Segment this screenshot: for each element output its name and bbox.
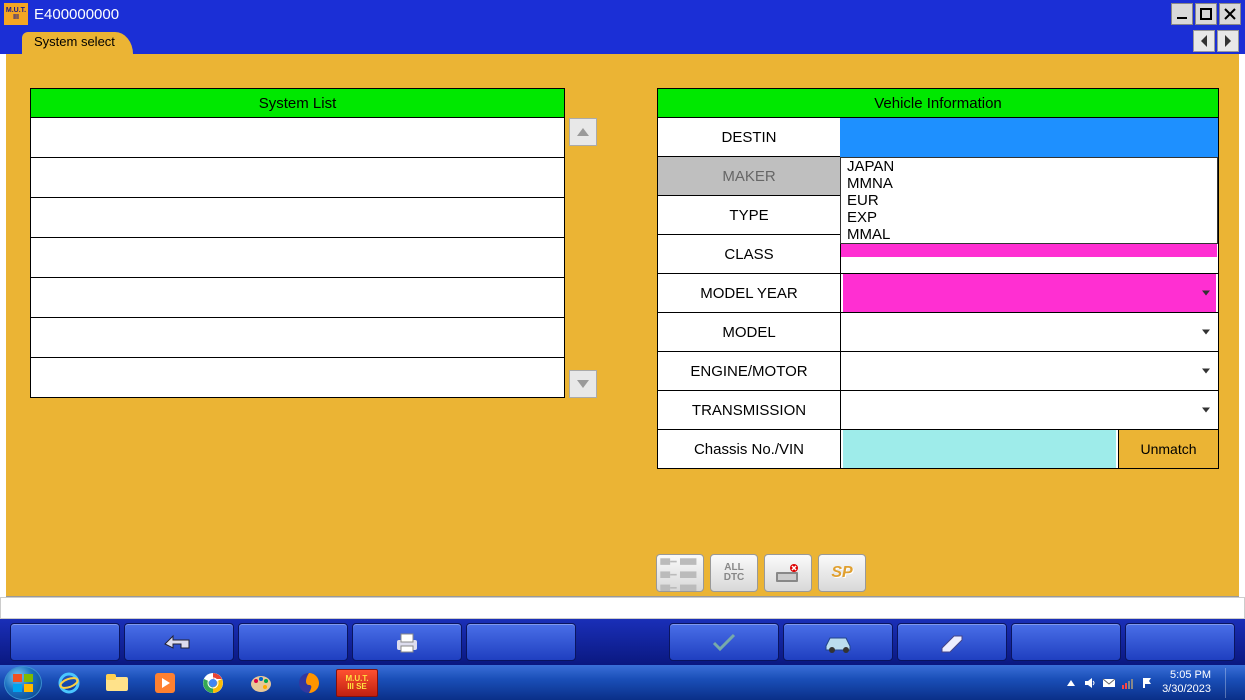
scroll-track	[569, 146, 597, 370]
clock-time: 5:05 PM	[1162, 669, 1211, 682]
label-class: CLASS	[658, 235, 841, 273]
tray-volume-icon[interactable]	[1083, 676, 1097, 690]
print-button[interactable]	[352, 623, 462, 661]
app-logo-icon: M.U.T.III	[4, 3, 28, 25]
start-button[interactable]	[4, 666, 42, 700]
list-item[interactable]	[30, 118, 565, 158]
bottom-btn-5[interactable]	[466, 623, 576, 661]
status-strip	[0, 597, 1245, 619]
taskbar-explorer-icon[interactable]	[96, 669, 138, 697]
title-bar: M.U.T.III E400000000	[0, 0, 1245, 28]
taskbar-clock[interactable]: 5:05 PM 3/30/2023	[1162, 669, 1211, 695]
taskbar-firefox-icon[interactable]	[288, 669, 330, 697]
list-item[interactable]	[30, 278, 565, 318]
tab-label: System select	[34, 34, 115, 49]
bottom-btn-1[interactable]	[10, 623, 120, 661]
taskbar: M.U.T.III SE 5:05 PM 3/30/2023	[0, 665, 1245, 700]
tree-button[interactable]	[656, 554, 704, 592]
destin-dropdown-list: JAPAN MMNA EUR EXP MMAL	[840, 157, 1218, 244]
erase-button[interactable]	[897, 623, 1007, 661]
destin-option[interactable]: EUR	[841, 192, 1217, 209]
tray-up-icon[interactable]	[1064, 676, 1078, 690]
window-title: E400000000	[34, 6, 1171, 23]
toolbar: ALL DTC SP	[656, 554, 866, 592]
tray-mail-icon[interactable]	[1102, 676, 1116, 690]
engine-select[interactable]	[841, 352, 1218, 390]
show-desktop-button[interactable]	[1225, 668, 1233, 698]
system-list-rows	[30, 118, 565, 398]
transmission-select[interactable]	[841, 391, 1218, 429]
class-field-strip	[841, 243, 1217, 257]
minimize-button[interactable]	[1171, 3, 1193, 25]
model-year-select[interactable]	[841, 274, 1218, 312]
taskbar-media-icon[interactable]	[144, 669, 186, 697]
chevron-down-icon	[1202, 330, 1210, 335]
tab-prev-button[interactable]	[1193, 30, 1215, 52]
bottom-btn-3[interactable]	[238, 623, 348, 661]
label-engine: ENGINE/MOTOR	[658, 352, 841, 390]
bottom-bar	[0, 619, 1245, 665]
system-tray: 5:05 PM 3/30/2023	[1064, 668, 1241, 698]
list-item[interactable]	[30, 318, 565, 358]
list-item[interactable]	[30, 358, 565, 398]
taskbar-chrome-icon[interactable]	[192, 669, 234, 697]
taskbar-mut-icon[interactable]: M.U.T.III SE	[336, 669, 378, 697]
label-chassis: Chassis No./VIN	[658, 430, 841, 468]
system-list-panel: System List	[30, 88, 597, 596]
vehicle-info-panel: Vehicle Information DESTIN MAKER TYPE CL…	[657, 88, 1219, 596]
back-button[interactable]	[124, 623, 234, 661]
sp-button[interactable]: SP	[818, 554, 866, 592]
label-destin: DESTIN	[658, 118, 841, 156]
unmatch-button[interactable]: Unmatch	[1118, 430, 1218, 468]
scroll-down-button[interactable]	[569, 370, 597, 398]
tray-flag-icon[interactable]	[1140, 676, 1154, 690]
list-item[interactable]	[30, 158, 565, 198]
ecu-button[interactable]	[764, 554, 812, 592]
vehicle-info-header: Vehicle Information	[657, 88, 1219, 118]
destin-dropdown-selection	[840, 118, 1218, 157]
chevron-down-icon	[1202, 369, 1210, 374]
list-item[interactable]	[30, 238, 565, 278]
tab-next-button[interactable]	[1217, 30, 1239, 52]
destin-option[interactable]: EXP	[841, 209, 1217, 226]
all-dtc-button[interactable]: ALL DTC	[710, 554, 758, 592]
list-item[interactable]	[30, 198, 565, 238]
chevron-down-icon	[1202, 408, 1210, 413]
system-list-header: System List	[30, 88, 565, 118]
tab-row: System select	[0, 28, 1245, 54]
chevron-down-icon	[1202, 291, 1210, 296]
model-select[interactable]	[841, 313, 1218, 351]
destin-option[interactable]: MMAL	[841, 226, 1217, 243]
content-area: System List Vehicl	[6, 54, 1239, 597]
bottom-btn-10[interactable]	[1125, 623, 1235, 661]
bottom-btn-9[interactable]	[1011, 623, 1121, 661]
destin-option[interactable]: JAPAN	[841, 158, 1217, 175]
confirm-button[interactable]	[669, 623, 779, 661]
maximize-button[interactable]	[1195, 3, 1217, 25]
scroll-up-button[interactable]	[569, 118, 597, 146]
tab-system-select[interactable]: System select	[22, 32, 133, 54]
taskbar-ie-icon[interactable]	[48, 669, 90, 697]
label-maker: MAKER	[658, 157, 841, 195]
destin-option[interactable]: MMNA	[841, 175, 1217, 192]
label-type: TYPE	[658, 196, 841, 234]
clock-date: 3/30/2023	[1162, 683, 1211, 696]
chassis-field[interactable]	[841, 430, 1118, 468]
tray-network-icon[interactable]	[1121, 676, 1135, 690]
close-button[interactable]	[1219, 3, 1241, 25]
taskbar-paint-icon[interactable]	[240, 669, 282, 697]
label-model: MODEL	[658, 313, 841, 351]
label-transmission: TRANSMISSION	[658, 391, 841, 429]
label-model-year: MODEL YEAR	[658, 274, 841, 312]
vehicle-button[interactable]	[783, 623, 893, 661]
